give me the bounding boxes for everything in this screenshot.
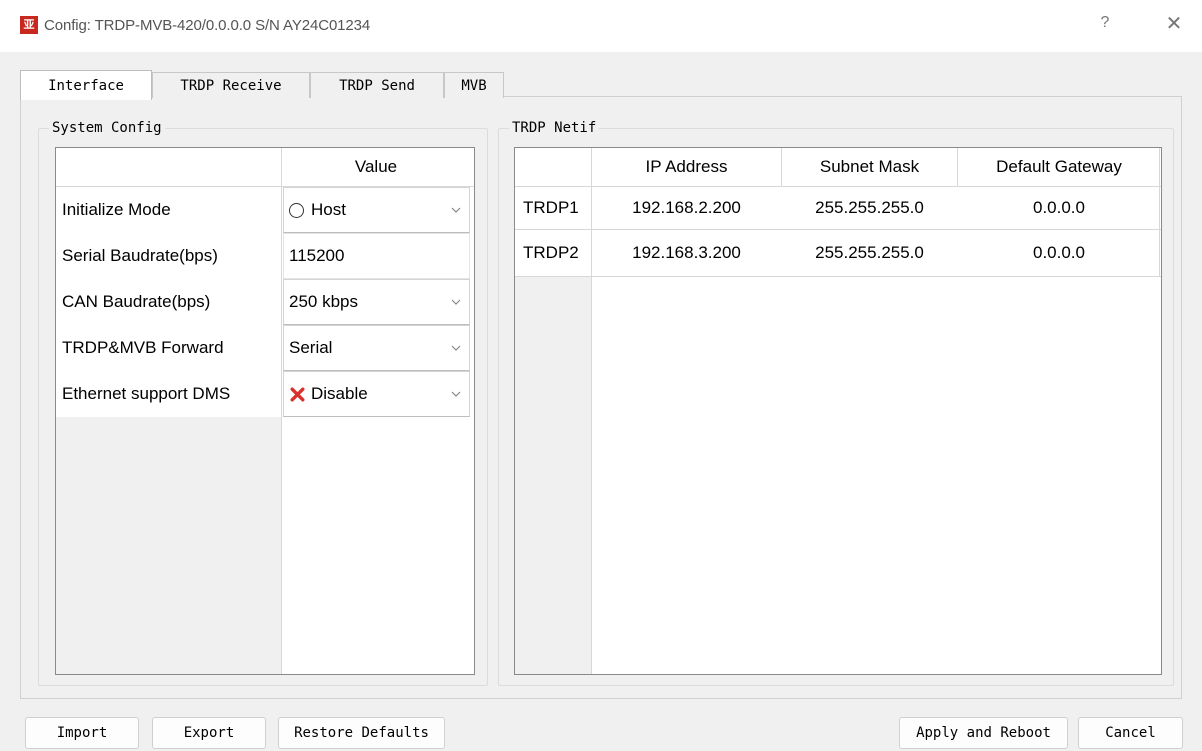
- app-logo-icon: 亚: [20, 16, 38, 34]
- serial-baudrate-value: 115200: [289, 246, 345, 265]
- trdp2-mask[interactable]: 255.255.255.0: [782, 230, 957, 276]
- trdp1-mask[interactable]: 255.255.255.0: [782, 187, 957, 229]
- ethernet-dms-value: Disable: [311, 384, 368, 403]
- row-label-initialize-mode: Initialize Mode: [56, 187, 281, 233]
- radio-empty-icon: [289, 202, 304, 218]
- row-label-serial-baudrate: Serial Baudrate(bps): [56, 233, 281, 279]
- can-baudrate-value: 250 kbps: [289, 292, 358, 311]
- trdp1-gateway[interactable]: 0.0.0.0: [958, 187, 1160, 229]
- chevron-down-icon: [451, 207, 461, 213]
- ip-address-header: IP Address: [592, 148, 781, 186]
- trdp1-ip[interactable]: 192.168.2.200: [592, 187, 781, 229]
- serial-baudrate-input[interactable]: 115200: [283, 233, 470, 279]
- initialize-mode-value: Host: [311, 200, 346, 219]
- initialize-mode-dropdown[interactable]: Host: [283, 187, 470, 233]
- chevron-down-icon: [451, 391, 461, 397]
- value-column-header: Value: [282, 148, 470, 186]
- chevron-down-icon: [451, 345, 461, 351]
- table-row[interactable]: 192.168.2.200 255.255.255.0 0.0.0.0: [592, 187, 1161, 229]
- subnet-mask-header: Subnet Mask: [782, 148, 957, 186]
- close-button[interactable]: ✕: [1162, 12, 1186, 36]
- title-bar: 亚 Config: TRDP-MVB-420/0.0.0.0 S/N AY24C…: [0, 0, 1202, 52]
- export-button[interactable]: Export: [152, 717, 266, 749]
- window-title: Config: TRDP-MVB-420/0.0.0.0 S/N AY24C01…: [44, 17, 371, 34]
- tab-mvb[interactable]: MVB: [444, 72, 504, 98]
- row-label-trdp-mvb-forward: TRDP&MVB Forward: [56, 325, 281, 371]
- apply-and-reboot-button[interactable]: Apply and Reboot: [899, 717, 1068, 749]
- table-row[interactable]: 192.168.3.200 255.255.255.0 0.0.0.0: [592, 230, 1161, 276]
- trdp2-gateway[interactable]: 0.0.0.0: [958, 230, 1160, 276]
- system-config-table: Value Initialize Mode Serial Baudrate(bp…: [55, 147, 475, 675]
- trdp-netif-title: TRDP Netif: [509, 120, 600, 136]
- row-label-ethernet-dms: Ethernet support DMS: [56, 371, 281, 417]
- import-button[interactable]: Import: [25, 717, 139, 749]
- can-baudrate-dropdown[interactable]: 250 kbps: [283, 279, 470, 325]
- chevron-down-icon: [451, 299, 461, 305]
- default-gateway-header: Default Gateway: [958, 148, 1160, 186]
- trdp2-ip[interactable]: 192.168.3.200: [592, 230, 781, 276]
- ethernet-dms-dropdown[interactable]: Disable: [283, 371, 470, 417]
- tab-trdp-receive[interactable]: TRDP Receive: [152, 72, 310, 98]
- trdp-netif-table: IP Address Subnet Mask Default Gateway T…: [514, 147, 1162, 675]
- red-x-icon: [290, 386, 305, 402]
- corner-cell: [515, 148, 591, 186]
- row-label-can-baudrate: CAN Baudrate(bps): [56, 279, 281, 325]
- trdp-mvb-forward-value: Serial: [289, 338, 333, 357]
- help-button[interactable]: ?: [1095, 14, 1115, 36]
- row-label-trdp2: TRDP2: [515, 230, 591, 276]
- trdp-mvb-forward-dropdown[interactable]: Serial: [283, 325, 470, 371]
- restore-defaults-button[interactable]: Restore Defaults: [278, 717, 445, 749]
- tab-interface[interactable]: Interface: [20, 70, 152, 100]
- corner-cell: [56, 148, 281, 186]
- cancel-button[interactable]: Cancel: [1078, 717, 1183, 749]
- system-config-title: System Config: [49, 120, 165, 136]
- tab-trdp-send[interactable]: TRDP Send: [310, 72, 444, 98]
- row-label-trdp1: TRDP1: [515, 187, 591, 229]
